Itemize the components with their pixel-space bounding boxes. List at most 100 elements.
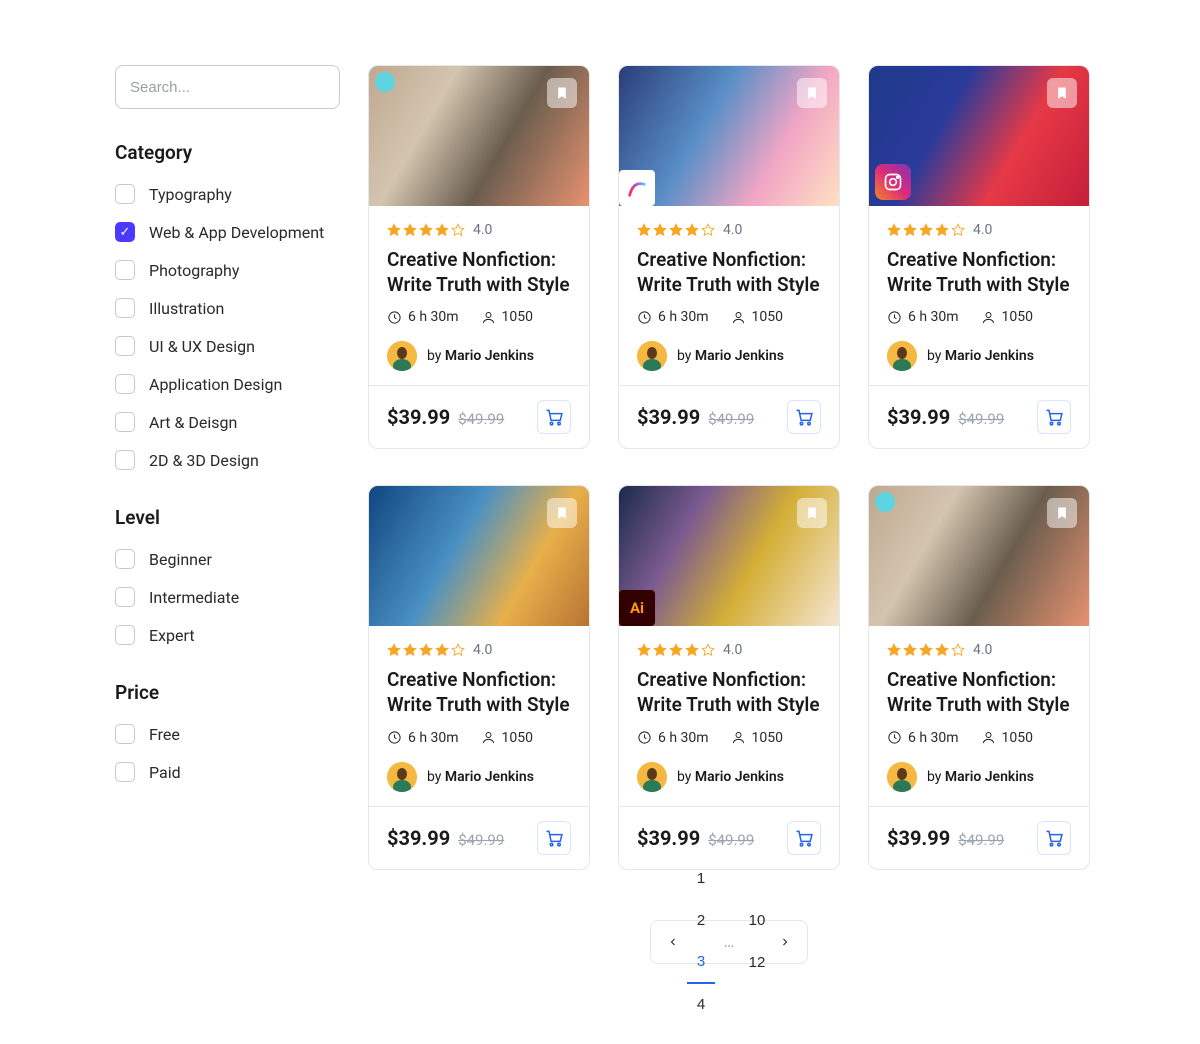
star-icon bbox=[919, 643, 933, 657]
page-prev[interactable] bbox=[659, 921, 687, 963]
course-author[interactable]: by Mario Jenkins bbox=[387, 341, 571, 371]
course-duration: 6 h 30m bbox=[637, 309, 709, 325]
filter-title-category: Category bbox=[115, 141, 340, 164]
checkbox[interactable] bbox=[115, 762, 135, 782]
course-card[interactable]: 4.0Creative Nonfiction: Write Truth with… bbox=[368, 65, 590, 449]
course-thumbnail bbox=[869, 66, 1089, 206]
filter-item-price[interactable]: Free bbox=[115, 724, 340, 744]
cart-icon bbox=[1044, 828, 1064, 848]
checkbox[interactable] bbox=[115, 374, 135, 394]
course-card[interactable]: 4.0Creative Nonfiction: Write Truth with… bbox=[868, 65, 1090, 449]
star-icon bbox=[935, 643, 949, 657]
star-icon bbox=[435, 643, 449, 657]
checkbox[interactable] bbox=[115, 412, 135, 432]
filter-title-level: Level bbox=[115, 506, 340, 529]
filter-item-category[interactable]: Photography bbox=[115, 260, 340, 280]
course-card[interactable]: 4.0Creative Nonfiction: Write Truth with… bbox=[868, 485, 1090, 869]
course-author[interactable]: by Mario Jenkins bbox=[637, 762, 821, 792]
filter-item-level[interactable]: Intermediate bbox=[115, 587, 340, 607]
add-to-cart-button[interactable] bbox=[1037, 400, 1071, 434]
checkbox[interactable]: ✓ bbox=[115, 222, 135, 242]
checkbox[interactable] bbox=[115, 549, 135, 569]
filter-item-category[interactable]: UI & UX Design bbox=[115, 336, 340, 356]
filter-item-category[interactable]: Typography bbox=[115, 184, 340, 204]
filter-item-price[interactable]: Paid bbox=[115, 762, 340, 782]
page-next[interactable] bbox=[771, 921, 799, 963]
course-title: Creative Nonfiction: Write Truth with St… bbox=[387, 668, 571, 717]
course-students: 1050 bbox=[731, 309, 783, 325]
bookmark-icon bbox=[805, 85, 819, 101]
add-to-cart-button[interactable] bbox=[537, 821, 571, 855]
search-input[interactable] bbox=[130, 79, 329, 96]
filter-item-category[interactable]: ✓ Web & App Development bbox=[115, 222, 340, 242]
page-number[interactable]: 2 bbox=[687, 900, 715, 942]
filter-item-category[interactable]: Illustration bbox=[115, 298, 340, 318]
course-author[interactable]: by Mario Jenkins bbox=[887, 762, 1071, 792]
course-card[interactable]: 4.0Creative Nonfiction: Write Truth with… bbox=[368, 485, 590, 869]
course-card[interactable]: 4.0Creative Nonfiction: Write Truth with… bbox=[618, 65, 840, 449]
pagination: 1234 … 1012 bbox=[650, 920, 808, 964]
bookmark-button[interactable] bbox=[1047, 78, 1077, 108]
checkbox[interactable] bbox=[115, 724, 135, 744]
star-icon bbox=[951, 223, 965, 237]
cart-icon bbox=[794, 407, 814, 427]
course-duration: 6 h 30m bbox=[387, 309, 459, 325]
checkbox[interactable] bbox=[115, 625, 135, 645]
page-number[interactable]: 1 bbox=[687, 858, 715, 900]
star-icon bbox=[887, 643, 901, 657]
course-card[interactable]: Ai4.0Creative Nonfiction: Write Truth wi… bbox=[618, 485, 840, 869]
course-old-price: $49.99 bbox=[958, 831, 1004, 849]
rating-row: 4.0 bbox=[887, 222, 1071, 238]
clock-icon bbox=[637, 730, 652, 745]
author-name: Mario Jenkins bbox=[695, 769, 784, 785]
star-icon bbox=[935, 223, 949, 237]
checkbox[interactable] bbox=[115, 450, 135, 470]
star-icon bbox=[451, 223, 465, 237]
course-author[interactable]: by Mario Jenkins bbox=[637, 341, 821, 371]
bookmark-button[interactable] bbox=[797, 498, 827, 528]
checkbox[interactable] bbox=[115, 298, 135, 318]
star-icon bbox=[419, 643, 433, 657]
course-old-price: $49.99 bbox=[458, 831, 504, 849]
bookmark-button[interactable] bbox=[797, 78, 827, 108]
filter-item-level[interactable]: Beginner bbox=[115, 549, 340, 569]
avatar bbox=[637, 762, 667, 792]
course-author[interactable]: by Mario Jenkins bbox=[887, 341, 1071, 371]
star-icon bbox=[653, 643, 667, 657]
filter-label: Web & App Development bbox=[149, 223, 324, 242]
add-to-cart-button[interactable] bbox=[787, 821, 821, 855]
star-icon bbox=[685, 643, 699, 657]
bookmark-icon bbox=[555, 505, 569, 521]
checkbox[interactable] bbox=[115, 260, 135, 280]
page-number[interactable]: 4 bbox=[687, 984, 715, 1026]
filter-item-level[interactable]: Expert bbox=[115, 625, 340, 645]
filter-item-category[interactable]: 2D & 3D Design bbox=[115, 450, 340, 470]
course-duration: 6 h 30m bbox=[387, 730, 459, 746]
checkbox[interactable] bbox=[115, 184, 135, 204]
add-to-cart-button[interactable] bbox=[537, 400, 571, 434]
avatar bbox=[637, 341, 667, 371]
star-icon bbox=[903, 223, 917, 237]
bookmark-button[interactable] bbox=[547, 78, 577, 108]
page-number[interactable]: 3 bbox=[687, 942, 715, 984]
rating-value: 4.0 bbox=[973, 222, 992, 238]
page-number[interactable]: 10 bbox=[743, 900, 771, 942]
rating-value: 4.0 bbox=[973, 642, 992, 658]
bookmark-button[interactable] bbox=[1047, 498, 1077, 528]
add-to-cart-button[interactable] bbox=[1037, 821, 1071, 855]
filter-item-category[interactable]: Art & Deisgn bbox=[115, 412, 340, 432]
course-price: $39.99 bbox=[387, 405, 450, 429]
user-icon bbox=[731, 730, 746, 745]
star-icon bbox=[387, 643, 401, 657]
add-to-cart-button[interactable] bbox=[787, 400, 821, 434]
filter-item-category[interactable]: Application Design bbox=[115, 374, 340, 394]
search-box[interactable] bbox=[115, 65, 340, 109]
chevron-left-icon bbox=[667, 936, 679, 948]
rating-row: 4.0 bbox=[637, 222, 821, 238]
chevron-right-icon bbox=[779, 936, 791, 948]
course-author[interactable]: by Mario Jenkins bbox=[387, 762, 571, 792]
checkbox[interactable] bbox=[115, 587, 135, 607]
bookmark-button[interactable] bbox=[547, 498, 577, 528]
page-number[interactable]: 12 bbox=[743, 942, 771, 984]
checkbox[interactable] bbox=[115, 336, 135, 356]
